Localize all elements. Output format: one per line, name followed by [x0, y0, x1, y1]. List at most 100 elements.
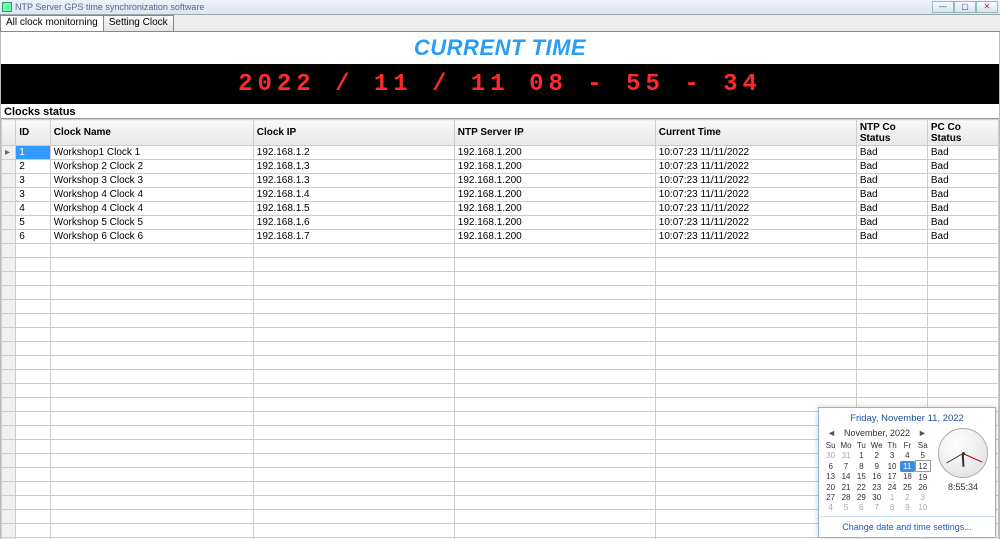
cell-pcco[interactable]: Bad [927, 174, 998, 188]
calendar-day[interactable]: 19 [915, 472, 930, 483]
cell-ntpco[interactable]: Bad [856, 146, 927, 160]
cell-ip[interactable]: 192.168.1.7 [253, 230, 454, 244]
calendar-day[interactable]: 10 [915, 502, 930, 512]
table-row[interactable] [2, 272, 999, 286]
cell-name[interactable]: Workshop 5 Clock 5 [50, 216, 253, 230]
calendar-day[interactable]: 14 [838, 472, 853, 483]
cell-pcco[interactable]: Bad [927, 230, 998, 244]
table-row[interactable]: 6Workshop 6 Clock 6192.168.1.7192.168.1.… [2, 230, 999, 244]
table-row[interactable] [2, 328, 999, 342]
cell-pcco[interactable]: Bad [927, 202, 998, 216]
cell-id[interactable]: 1 [16, 146, 51, 160]
cell-ntp[interactable]: 192.168.1.200 [454, 188, 655, 202]
calendar-day[interactable]: 8 [884, 502, 899, 512]
calendar-day[interactable]: 10 [884, 461, 899, 472]
calendar-day[interactable]: 15 [854, 472, 869, 483]
cell-name[interactable]: Workshop 2 Clock 2 [50, 160, 253, 174]
next-month-icon[interactable]: ► [914, 428, 931, 438]
tab-monitor[interactable]: All clock monitorning [0, 15, 104, 31]
calendar-day[interactable]: 23 [869, 482, 884, 492]
calendar-day[interactable]: 2 [900, 492, 915, 502]
cell-ip[interactable]: 192.168.1.3 [253, 160, 454, 174]
calendar-day[interactable]: 31 [838, 450, 853, 461]
table-row[interactable] [2, 384, 999, 398]
calendar-day[interactable]: 9 [869, 461, 884, 472]
calendar-day[interactable]: 26 [915, 482, 930, 492]
cell-ntp[interactable]: 192.168.1.200 [454, 174, 655, 188]
col-id[interactable]: ID [16, 120, 51, 146]
col-time[interactable]: Current Time [655, 120, 856, 146]
table-row[interactable] [2, 258, 999, 272]
cell-ip[interactable]: 192.168.1.5 [253, 202, 454, 216]
cell-id[interactable]: 3 [16, 174, 51, 188]
calendar-day[interactable]: 4 [900, 450, 915, 461]
calendar-day[interactable]: 3 [915, 492, 930, 502]
cell-pcco[interactable]: Bad [927, 188, 998, 202]
table-row[interactable] [2, 342, 999, 356]
cell-id[interactable]: 3 [16, 188, 51, 202]
calendar-day[interactable]: 24 [884, 482, 899, 492]
cell-id[interactable]: 2 [16, 160, 51, 174]
table-row[interactable]: 3Workshop 3 Clock 3192.168.1.3192.168.1.… [2, 174, 999, 188]
cell-name[interactable]: Workshop 4 Clock 4 [50, 202, 253, 216]
calendar-day[interactable]: 27 [823, 492, 838, 502]
table-row[interactable]: 4Workshop 4 Clock 4192.168.1.5192.168.1.… [2, 202, 999, 216]
calendar-day[interactable]: 1 [854, 450, 869, 461]
cell-time[interactable]: 10:07:23 11/11/2022 [655, 174, 856, 188]
calendar-day[interactable]: 5 [915, 450, 930, 461]
cell-ntpco[interactable]: Bad [856, 160, 927, 174]
cell-time[interactable]: 10:07:23 11/11/2022 [655, 160, 856, 174]
close-button[interactable]: ✕ [976, 1, 998, 13]
table-row[interactable]: 3Workshop 4 Clock 4192.168.1.4192.168.1.… [2, 188, 999, 202]
col-ntpco[interactable]: NTP CoStatus [856, 120, 927, 146]
table-row[interactable] [2, 314, 999, 328]
cell-ntp[interactable]: 192.168.1.200 [454, 160, 655, 174]
calendar-day[interactable]: 16 [869, 472, 884, 483]
calendar-day[interactable]: 28 [838, 492, 853, 502]
calendar-day[interactable]: 5 [838, 502, 853, 512]
minimize-button[interactable]: — [932, 1, 954, 13]
calendar-day[interactable]: 17 [884, 472, 899, 483]
col-ip[interactable]: Clock IP [253, 120, 454, 146]
calendar-day[interactable]: 4 [823, 502, 838, 512]
cell-time[interactable]: 10:07:23 11/11/2022 [655, 188, 856, 202]
table-row[interactable] [2, 244, 999, 258]
col-name[interactable]: Clock Name [50, 120, 253, 146]
table-row[interactable] [2, 286, 999, 300]
calendar-day[interactable]: 3 [884, 450, 899, 461]
cell-ip[interactable]: 192.168.1.6 [253, 216, 454, 230]
cell-ntp[interactable]: 192.168.1.200 [454, 230, 655, 244]
calendar-day[interactable]: 30 [869, 492, 884, 502]
calendar-day[interactable]: 6 [823, 461, 838, 472]
prev-month-icon[interactable]: ◄ [823, 428, 840, 438]
cell-time[interactable]: 10:07:23 11/11/2022 [655, 216, 856, 230]
cell-time[interactable]: 10:07:23 11/11/2022 [655, 202, 856, 216]
cell-pcco[interactable]: Bad [927, 160, 998, 174]
col-pcco[interactable]: PC CoStatus [927, 120, 998, 146]
table-row[interactable]: 2Workshop 2 Clock 2192.168.1.3192.168.1.… [2, 160, 999, 174]
calendar-day[interactable]: 18 [900, 472, 915, 483]
cell-name[interactable]: Workshop 6 Clock 6 [50, 230, 253, 244]
datetime-popup[interactable]: Friday, November 11, 2022 ◄ November, 20… [818, 407, 996, 538]
table-row[interactable] [2, 300, 999, 314]
calendar-grid[interactable]: SuMoTuWeThFrSa 3031123456789101112131415… [823, 440, 931, 512]
cell-ip[interactable]: 192.168.1.4 [253, 188, 454, 202]
table-row[interactable]: 5Workshop 5 Clock 5192.168.1.6192.168.1.… [2, 216, 999, 230]
cell-ntpco[interactable]: Bad [856, 188, 927, 202]
cell-name[interactable]: Workshop1 Clock 1 [50, 146, 253, 160]
cell-pcco[interactable]: Bad [927, 146, 998, 160]
table-row[interactable] [2, 356, 999, 370]
cell-time[interactable]: 10:07:23 11/11/2022 [655, 230, 856, 244]
cell-ntpco[interactable]: Bad [856, 216, 927, 230]
calendar[interactable]: ◄ November, 2022 ► SuMoTuWeThFrSa 303112… [823, 428, 931, 512]
calendar-day[interactable]: 29 [854, 492, 869, 502]
table-row[interactable]: ▸1Workshop1 Clock 1192.168.1.2192.168.1.… [2, 146, 999, 160]
tab-setting[interactable]: Setting Clock [103, 15, 174, 31]
cell-id[interactable]: 5 [16, 216, 51, 230]
cell-ip[interactable]: 192.168.1.3 [253, 174, 454, 188]
calendar-day[interactable]: 30 [823, 450, 838, 461]
change-datetime-link[interactable]: Change date and time settings... [842, 522, 972, 532]
cell-ntp[interactable]: 192.168.1.200 [454, 216, 655, 230]
calendar-day[interactable]: 7 [838, 461, 853, 472]
cell-pcco[interactable]: Bad [927, 216, 998, 230]
